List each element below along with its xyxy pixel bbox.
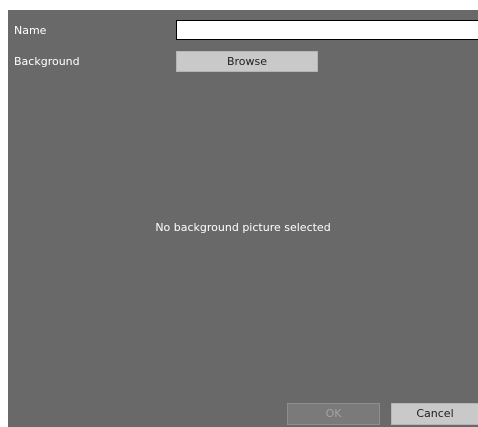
no-background-message: No background picture selected [155,221,331,234]
background-picture-dialog: Name Background Browse No background pic… [0,0,478,427]
ok-button[interactable]: OK [287,403,380,425]
name-label: Name [14,24,47,37]
cancel-button[interactable]: Cancel [391,403,478,425]
dialog-panel [8,10,478,427]
background-label: Background [14,55,80,68]
browse-button[interactable]: Browse [176,51,318,72]
name-input[interactable] [176,20,478,40]
